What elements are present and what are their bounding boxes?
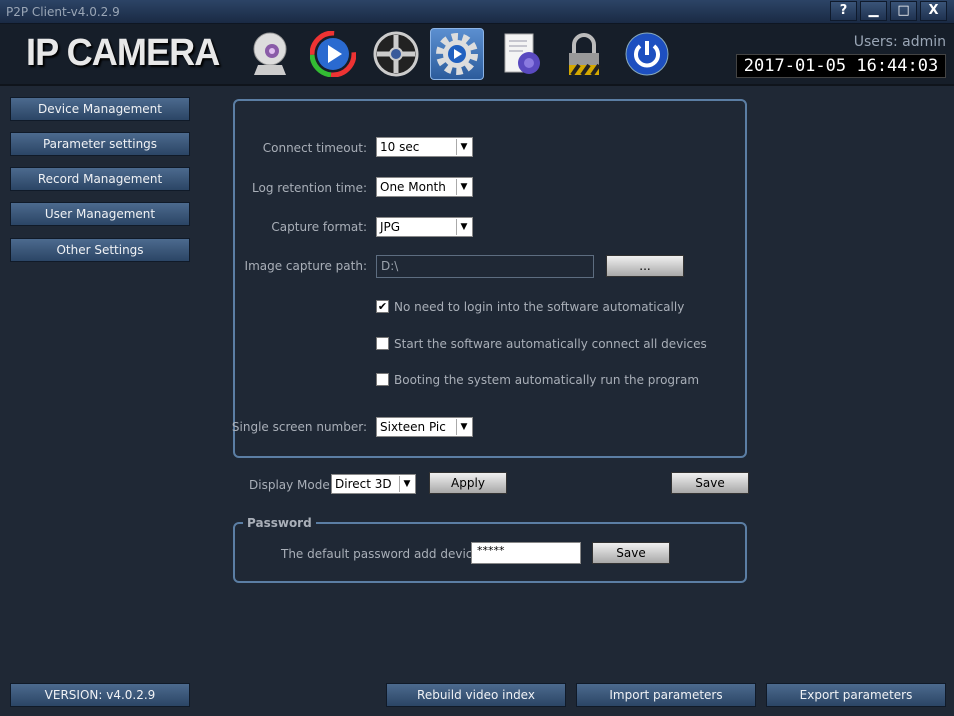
checkbox-run-on-boot[interactable]: [376, 373, 389, 386]
checkbox-auto-connect[interactable]: [376, 337, 389, 350]
capture-path-label: Image capture path:: [244, 259, 367, 273]
webcam-icon[interactable]: [243, 28, 297, 80]
sidebar-item-record-management[interactable]: Record Management: [10, 167, 190, 191]
chevron-down-icon: ▼: [456, 139, 471, 155]
sidebar-item-user-management[interactable]: User Management: [10, 202, 190, 226]
save-button[interactable]: Save: [671, 472, 749, 494]
capture-format-label: Capture format:: [271, 220, 367, 234]
default-password-label: The default password add device: [281, 547, 480, 561]
checkbox-no-auto-login[interactable]: ✔: [376, 300, 389, 313]
apply-button[interactable]: Apply: [429, 472, 507, 494]
password-legend: Password: [243, 516, 316, 530]
help-button[interactable]: ?: [830, 1, 857, 21]
checkbox-no-auto-login-label: No need to login into the software autom…: [394, 300, 685, 314]
checkbox-run-on-boot-label: Booting the system automatically run the…: [394, 373, 700, 387]
import-parameters-button[interactable]: Import parameters: [576, 683, 756, 707]
window-title: P2P Client-v4.0.2.9: [6, 5, 120, 19]
log-retention-select[interactable]: One Month ▼: [376, 177, 473, 197]
datetime-display: 2017-01-05 16:44:03: [736, 54, 946, 78]
sidebar-item-device-management[interactable]: Device Management: [10, 97, 190, 121]
title-bar: P2P Client-v4.0.2.9 ? ▁ □ X: [0, 0, 954, 24]
power-icon[interactable]: [620, 28, 674, 80]
chevron-down-icon: ▼: [456, 419, 471, 435]
chevron-down-icon: ▼: [456, 219, 471, 235]
log-retention-label: Log retention time:: [252, 181, 367, 195]
log-document-icon[interactable]: [494, 28, 548, 80]
chevron-down-icon: ▼: [399, 476, 414, 492]
logo: IP CAMERA: [26, 32, 220, 74]
capture-path-input[interactable]: D:\: [376, 255, 594, 278]
sidebar-item-parameter-settings[interactable]: Parameter settings: [10, 132, 190, 156]
minimize-button[interactable]: ▁: [860, 1, 887, 21]
lock-icon[interactable]: [557, 28, 611, 80]
display-mode-label: Display Mode:: [249, 478, 334, 492]
browse-button[interactable]: ...: [606, 255, 684, 277]
display-mode-select[interactable]: Direct 3D ▼: [331, 474, 416, 494]
checkbox-auto-connect-label: Start the software automatically connect…: [394, 337, 707, 351]
current-user: Users: admin: [853, 34, 946, 50]
connect-timeout-select[interactable]: 10 sec ▼: [376, 137, 473, 157]
default-password-input[interactable]: *****: [471, 542, 581, 564]
close-button[interactable]: X: [920, 1, 947, 21]
header: IP CAMERA Users: admin 2017-01-05 16:44:…: [0, 24, 954, 86]
film-reel-icon[interactable]: [369, 28, 423, 80]
password-save-button[interactable]: Save: [592, 542, 670, 564]
capture-format-select[interactable]: JPG ▼: [376, 217, 473, 237]
maximize-button[interactable]: □: [890, 1, 917, 21]
rebuild-video-index-button[interactable]: Rebuild video index: [386, 683, 566, 707]
chevron-down-icon: ▼: [456, 179, 471, 195]
settings-gear-icon[interactable]: [430, 28, 484, 80]
sidebar-item-other-settings[interactable]: Other Settings: [10, 238, 190, 262]
version-label: VERSION: v4.0.2.9: [10, 683, 190, 707]
single-screen-select[interactable]: Sixteen Pic ▼: [376, 417, 473, 437]
single-screen-label: Single screen number:: [231, 420, 367, 434]
play-icon[interactable]: [306, 28, 360, 80]
connect-timeout-label: Connect timeout:: [262, 141, 367, 155]
export-parameters-button[interactable]: Export parameters: [766, 683, 946, 707]
